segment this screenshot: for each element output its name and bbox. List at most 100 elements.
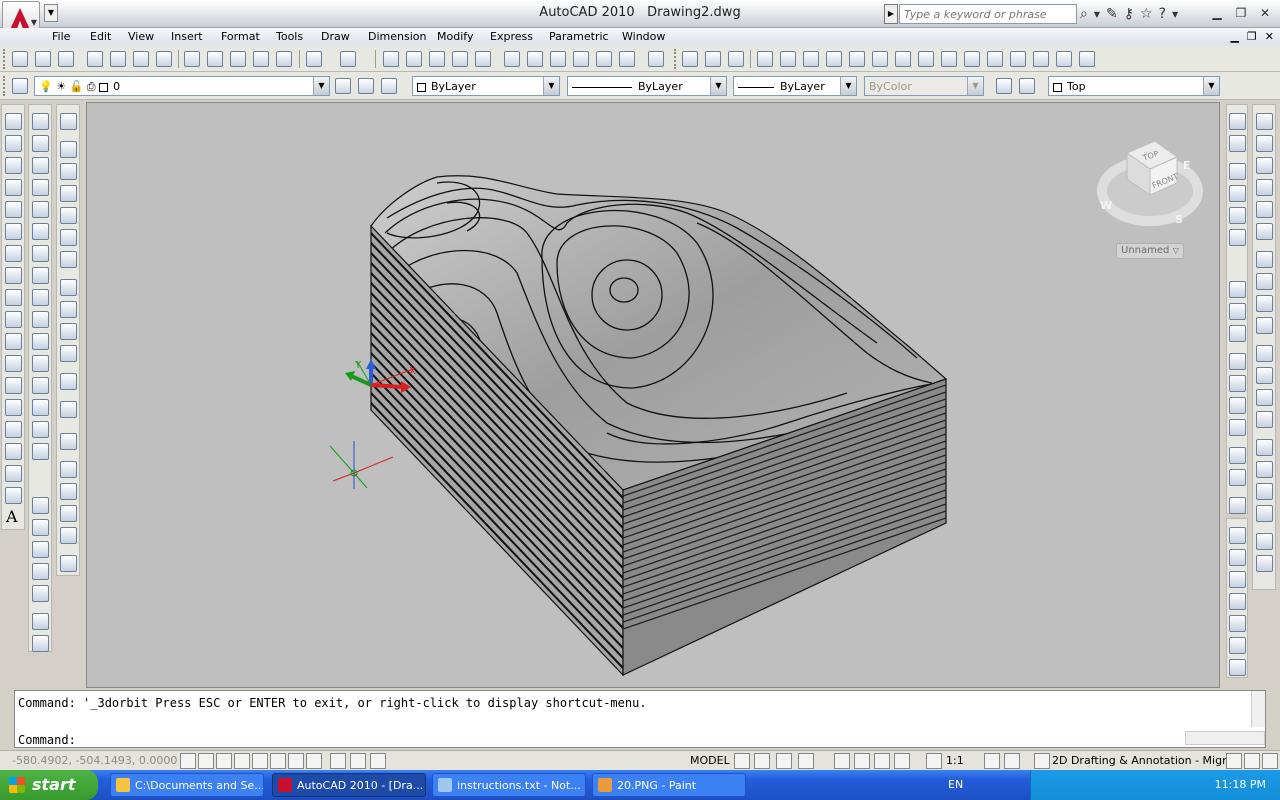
revision-cloud-icon[interactable] <box>5 267 22 284</box>
extrude-icon[interactable] <box>60 345 77 362</box>
angular-icon[interactable] <box>1229 303 1246 320</box>
se-iso-icon[interactable] <box>1256 273 1273 290</box>
3d-dwf-icon[interactable] <box>156 51 172 67</box>
linear-dimension-icon[interactable] <box>1229 113 1246 130</box>
help-icon[interactable]: ? <box>1159 6 1166 22</box>
make-current-layer-icon[interactable] <box>335 78 351 94</box>
jogged-icon[interactable] <box>1229 229 1246 246</box>
view-bottom-icon[interactable] <box>1256 135 1273 152</box>
spline-icon[interactable] <box>5 289 22 306</box>
annotation-scale-icon[interactable] <box>926 753 942 769</box>
sheet-set-icon[interactable] <box>573 51 589 67</box>
clock[interactable]: 11:18 PM <box>1215 778 1266 791</box>
extend-icon[interactable] <box>32 333 49 350</box>
camera-icon[interactable] <box>60 373 77 390</box>
quick-view-layouts-icon[interactable] <box>776 753 792 769</box>
rectangle-icon[interactable] <box>5 201 22 218</box>
doc-restore-button[interactable]: ❐ <box>1247 30 1257 43</box>
check-icon[interactable] <box>1056 51 1072 67</box>
workspace-switcher[interactable]: 2D Drafting & Annotation - Migra <box>1052 754 1233 767</box>
layer-properties-icon[interactable] <box>12 78 28 94</box>
move-icon[interactable] <box>32 223 49 240</box>
view-dropdown[interactable]: Top ▼ <box>1048 76 1220 96</box>
zoom-window-icon[interactable] <box>429 51 445 67</box>
properties-icon[interactable] <box>504 51 520 67</box>
taper-faces-icon[interactable] <box>895 51 911 67</box>
copy-icon[interactable] <box>207 51 223 67</box>
search-input[interactable] <box>899 4 1077 24</box>
construction-line-icon[interactable] <box>5 135 22 152</box>
maximize-button[interactable]: ❐ <box>1230 3 1252 23</box>
plot-preview-icon[interactable] <box>110 51 126 67</box>
layer-dropdown[interactable]: 💡 ☀ 🔓 ⎙ 0 ▼ <box>34 76 330 96</box>
torus-icon[interactable] <box>32 585 49 602</box>
box-icon[interactable] <box>60 141 77 158</box>
solid-edit-icon[interactable] <box>32 635 49 652</box>
shell-icon[interactable] <box>1033 51 1049 67</box>
drawing-canvas[interactable]: Y X TOP FRONT W S E <box>86 102 1220 688</box>
presspull-icon[interactable] <box>757 51 773 67</box>
start-button[interactable]: start <box>0 770 98 800</box>
command-window[interactable]: Command: '_3dorbit Press ESC or ENTER to… <box>14 690 1266 748</box>
ucs-icon[interactable] <box>996 78 1012 94</box>
point-icon[interactable] <box>5 399 22 416</box>
polysolid-icon[interactable] <box>60 113 77 130</box>
break-icon[interactable] <box>32 355 49 372</box>
subtract-icon[interactable] <box>705 51 721 67</box>
mirror-icon[interactable] <box>32 157 49 174</box>
task-explorer[interactable]: C:\Documents and Se... <box>110 773 264 797</box>
torus-solid-icon[interactable] <box>60 251 77 268</box>
join-icon[interactable] <box>32 377 49 394</box>
copy-faces-icon[interactable] <box>918 51 934 67</box>
cross-check-icon[interactable] <box>32 613 49 630</box>
3d-object-snap-icon[interactable] <box>270 753 286 769</box>
scale-icon[interactable] <box>32 267 49 284</box>
command-prompt[interactable]: Command: <box>18 733 76 747</box>
flatshot-icon[interactable] <box>1256 411 1273 428</box>
circle-icon[interactable] <box>5 245 22 262</box>
array-icon[interactable] <box>32 201 49 218</box>
qleader-icon[interactable] <box>1229 397 1246 414</box>
match-properties-icon[interactable] <box>253 51 269 67</box>
menu-express[interactable]: Express <box>490 30 533 43</box>
3d-cone-icon[interactable] <box>1229 637 1246 654</box>
save-icon[interactable] <box>58 51 74 67</box>
view-left-icon[interactable] <box>1256 157 1273 174</box>
grid-display-icon[interactable] <box>198 753 214 769</box>
arc-length-icon[interactable] <box>1229 163 1246 180</box>
annotation-visibility-icon[interactable] <box>984 753 1000 769</box>
render-settings-icon[interactable] <box>60 555 77 572</box>
magnet-icon[interactable] <box>1229 497 1246 514</box>
rotate-icon[interactable] <box>32 245 49 262</box>
radius-icon[interactable] <box>1229 207 1246 224</box>
blue-sphere-icon[interactable] <box>60 505 77 522</box>
annotation-scale[interactable]: 1:1 <box>946 754 964 767</box>
sw-iso-icon[interactable] <box>1256 251 1273 268</box>
zoom-camera-icon[interactable] <box>60 401 77 418</box>
help-icon[interactable] <box>648 51 664 67</box>
polar-tracking-icon[interactable] <box>234 753 250 769</box>
make-block-icon[interactable] <box>5 377 22 394</box>
cylinder-solid-icon[interactable] <box>60 229 77 246</box>
task-paint[interactable]: 20.PNG - Paint <box>592 773 746 797</box>
viewcube[interactable]: TOP FRONT W S E <box>1097 140 1203 226</box>
insert-block-icon[interactable] <box>5 355 22 372</box>
chevron-down-icon[interactable]: ▼ <box>1172 10 1178 19</box>
layer-previous-icon[interactable] <box>358 78 374 94</box>
stretch-icon[interactable] <box>32 289 49 306</box>
model-space-toggle[interactable]: MODEL <box>690 754 730 767</box>
quick-dimension-icon[interactable] <box>1229 325 1246 342</box>
cylinder-icon[interactable] <box>32 541 49 558</box>
lifebuoy-icon[interactable] <box>1256 555 1273 572</box>
zoom-realtime-icon[interactable] <box>406 51 422 67</box>
binoculars-icon[interactable]: ⌕ <box>1080 6 1088 22</box>
cone-icon[interactable] <box>32 563 49 580</box>
globe-icon[interactable] <box>1256 533 1273 550</box>
coordinates-readout[interactable]: -580.4902, -504.1493, 0.0000 <box>12 754 177 767</box>
ellipse-arc-icon[interactable] <box>5 333 22 350</box>
zoom-status-icon[interactable] <box>854 753 870 769</box>
ne-iso-icon[interactable] <box>1256 295 1273 312</box>
move-faces-icon[interactable] <box>803 51 819 67</box>
paste-icon[interactable] <box>230 51 246 67</box>
wedge-icon[interactable] <box>32 497 49 514</box>
